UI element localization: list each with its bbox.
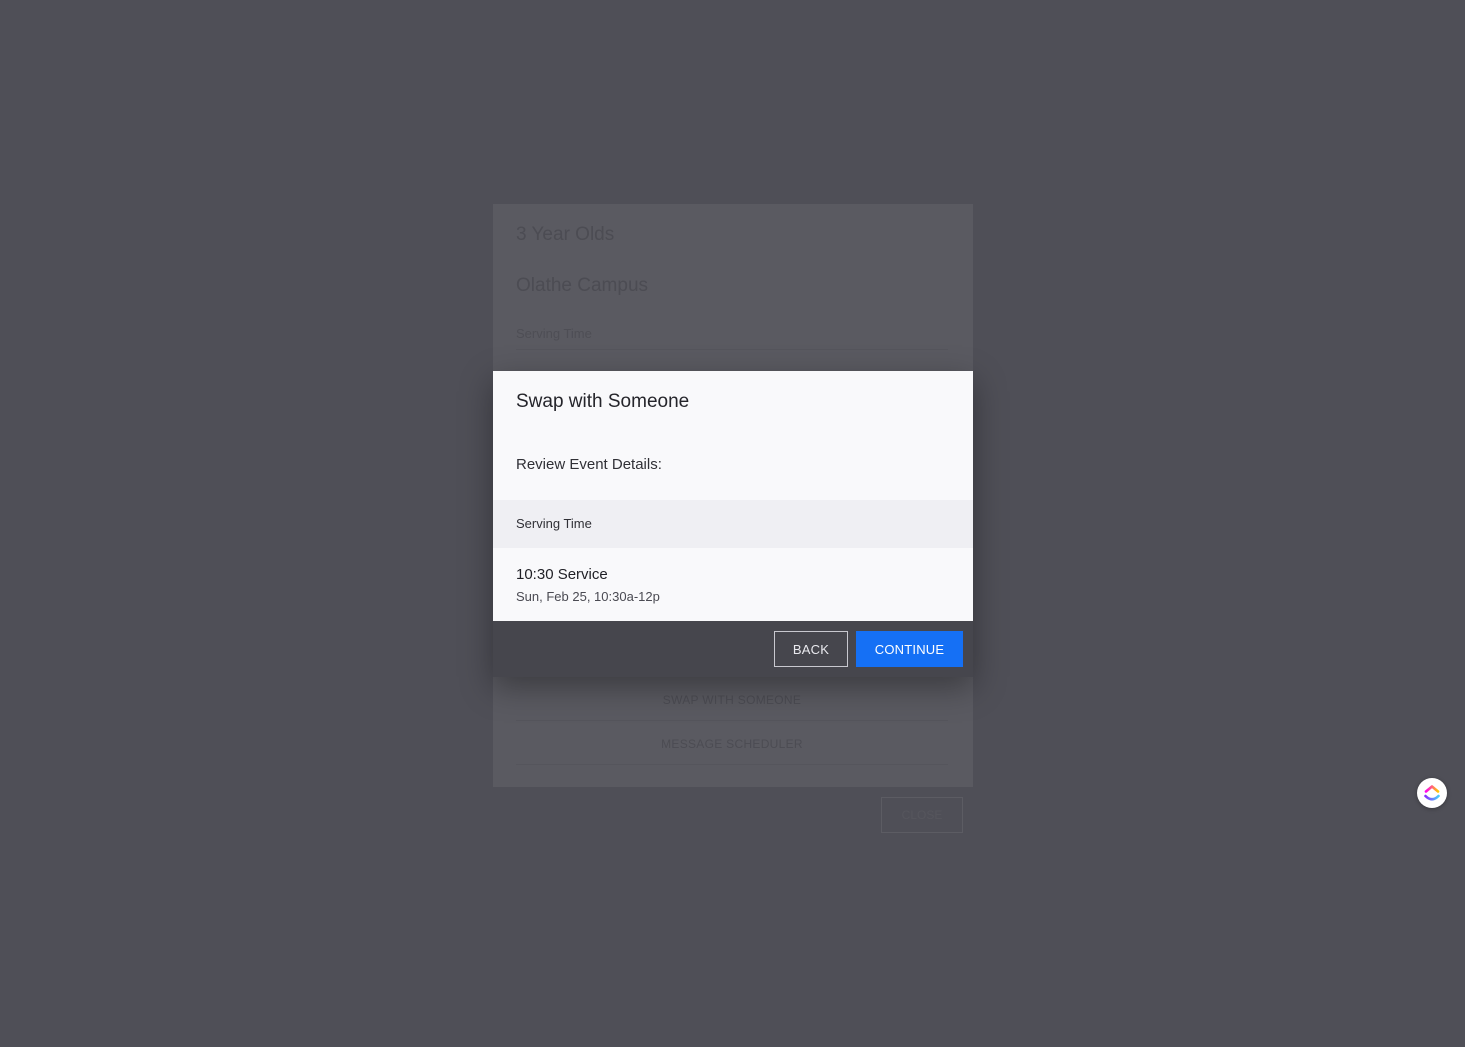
- background-divider: [516, 764, 948, 765]
- event-details-row: 10:30 Service Sun, Feb 25, 10:30a-12p: [493, 548, 973, 621]
- dialog-footer: BACK CONTINUE: [493, 621, 973, 677]
- background-event-title: 3 Year Olds: [516, 224, 615, 245]
- dialog-body: Swap with Someone Review Event Details: …: [493, 371, 973, 621]
- serving-time-section-header: Serving Time: [493, 500, 973, 548]
- back-button[interactable]: BACK: [774, 631, 848, 667]
- background-divider: [516, 720, 948, 721]
- background-campus-name: Olathe Campus: [516, 275, 649, 296]
- continue-button[interactable]: CONTINUE: [856, 631, 963, 667]
- event-datetime: Sun, Feb 25, 10:30a-12p: [516, 589, 660, 604]
- background-divider: [516, 349, 948, 350]
- clickup-widget-button[interactable]: [1417, 778, 1447, 808]
- dialog-subtitle: Review Event Details:: [516, 456, 662, 473]
- background-swap-button: SWAP WITH SOMEONE: [662, 693, 802, 707]
- clickup-logo-icon: [1424, 785, 1440, 801]
- dialog-title: Swap with Someone: [516, 391, 690, 412]
- background-message-scheduler-button: MESSAGE SCHEDULER: [661, 737, 803, 751]
- background-serving-time-label: Serving Time: [516, 326, 592, 341]
- background-close-button: CLOSE: [881, 797, 963, 833]
- event-name: 10:30 Service: [516, 566, 608, 583]
- swap-dialog: Swap with Someone Review Event Details: …: [493, 371, 973, 677]
- serving-time-label: Serving Time: [516, 516, 592, 531]
